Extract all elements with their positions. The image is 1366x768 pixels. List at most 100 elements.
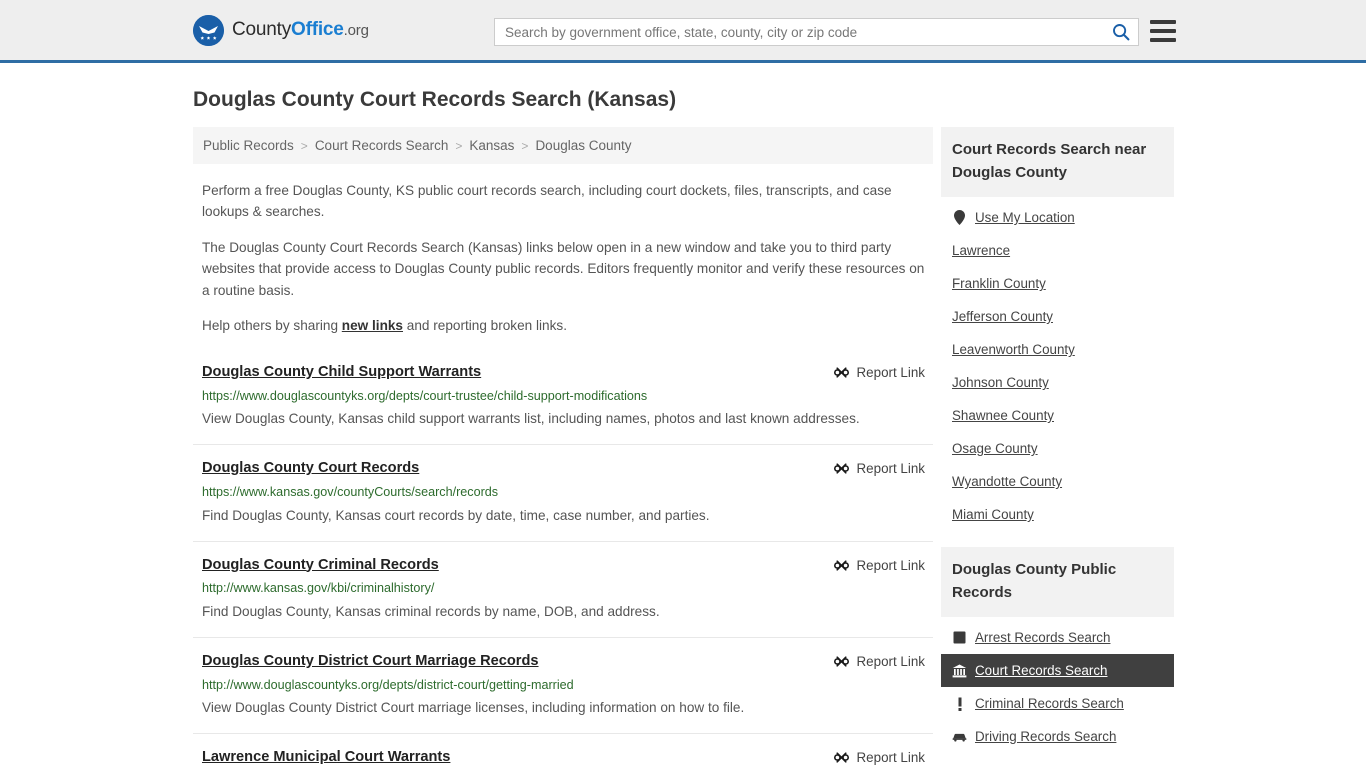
report-link-label: Report Link [856, 461, 925, 477]
result-title-link[interactable]: Douglas County Criminal Records [202, 556, 439, 575]
sidebar-item-arrest-records-search[interactable]: Arrest Records Search [941, 621, 1174, 654]
public-records-panel-title: Douglas County Public Records [941, 547, 1174, 617]
intro-paragraph-3-after: and reporting broken links. [403, 318, 567, 334]
main-content: Public Records > Court Records Search > … [193, 127, 933, 768]
report-link-label: Report Link [856, 557, 925, 573]
search-icon [1113, 24, 1130, 41]
sidebar-item-label: Osage County [952, 441, 1038, 456]
broken-link-icon [833, 367, 849, 378]
search-bar[interactable] [494, 18, 1139, 46]
page-body: Douglas County Court Records Search (Kan… [0, 88, 1366, 768]
logo-text-office: Office [291, 19, 344, 40]
result-url[interactable]: http://www.douglascountyks.org/depts/dis… [202, 677, 925, 695]
hamburger-bar-2 [1150, 29, 1176, 33]
report-link-button[interactable]: Report Link [833, 748, 925, 766]
report-link-button[interactable]: Report Link [833, 363, 925, 381]
result-description: Find Douglas County, Kansas court record… [202, 507, 710, 523]
report-link-button[interactable]: Report Link [833, 652, 925, 670]
sidebar: Court Records Search near Douglas County… [941, 127, 1174, 768]
result-item: Douglas County Criminal Records Report L… [193, 540, 933, 637]
sidebar-item-label: Use My Location [975, 210, 1075, 225]
report-link-button[interactable]: Report Link [833, 459, 925, 477]
sidebar-item-osage-county[interactable]: Osage County [941, 432, 1174, 465]
sidebar-item-court-records-search[interactable]: Court Records Search [941, 654, 1174, 687]
breadcrumb-item-douglas-county[interactable]: Douglas County [535, 138, 631, 153]
public-records-panel: Douglas County Public Records Arrest Rec… [941, 547, 1174, 753]
sidebar-item-label: Johnson County [952, 375, 1049, 390]
report-link-button[interactable]: Report Link [833, 556, 925, 574]
sidebar-item-jefferson-county[interactable]: Jefferson County [941, 300, 1174, 333]
intro-paragraph-2: The Douglas County Court Records Search … [202, 239, 925, 298]
breadcrumb-item-kansas[interactable]: Kansas [469, 138, 514, 153]
breadcrumb-separator-2: > [455, 138, 463, 153]
map-pin-icon [952, 210, 967, 225]
hamburger-bar-1 [1150, 20, 1176, 24]
sidebar-item-label: Jefferson County [952, 309, 1053, 324]
intro-paragraph-3-before: Help others by sharing [202, 318, 342, 334]
exclamation-icon [952, 696, 967, 711]
report-link-label: Report Link [856, 750, 925, 766]
sidebar-item-label: Court Records Search [975, 663, 1108, 678]
sidebar-item-shawnee-county[interactable]: Shawnee County [941, 399, 1174, 432]
result-description: View Douglas County, Kansas child suppor… [202, 411, 860, 427]
sidebar-item-lawrence[interactable]: Lawrence [941, 234, 1174, 267]
report-link-label: Report Link [856, 653, 925, 669]
result-url[interactable]: https://www.douglascountyks.org/depts/co… [202, 388, 925, 406]
result-item: Douglas County Court Records Report Link… [193, 444, 933, 540]
site-header: CountyOffice.org [0, 0, 1366, 63]
sidebar-item-label: Wyandotte County [952, 474, 1063, 489]
sidebar-item-label: Lawrence [952, 243, 1011, 258]
broken-link-icon [833, 559, 849, 571]
site-logo[interactable]: CountyOffice.org [193, 14, 369, 46]
breadcrumb: Public Records > Court Records Search > … [193, 127, 933, 164]
sidebar-item-franklin-county[interactable]: Franklin County [941, 267, 1174, 300]
result-description: Find Douglas County, Kansas criminal rec… [202, 604, 660, 620]
sidebar-item-label: Driving Records Search [975, 729, 1117, 744]
result-item: Lawrence Municipal Court Warrants Report… [193, 733, 933, 768]
report-link-label: Report Link [856, 364, 925, 380]
sidebar-item-use-my-location[interactable]: Use My Location [941, 201, 1174, 234]
logo-text-county: County [232, 19, 292, 40]
result-title-link[interactable]: Douglas County District Court Marriage R… [202, 652, 539, 671]
car-icon [952, 729, 967, 744]
search-input[interactable] [495, 19, 1104, 45]
breadcrumb-item-public-records[interactable]: Public Records [203, 138, 294, 153]
fingerprint-icon [952, 630, 967, 645]
sidebar-item-driving-records-search[interactable]: Driving Records Search [941, 720, 1174, 753]
result-url[interactable]: http://www.kansas.gov/kbi/criminalhistor… [202, 580, 925, 598]
broken-link-icon [833, 656, 849, 667]
site-logo-text: CountyOffice.org [232, 19, 369, 41]
hamburger-bar-3 [1150, 38, 1176, 42]
sidebar-item-miami-county[interactable]: Miami County [941, 498, 1174, 531]
sidebar-item-label: Leavenworth County [952, 342, 1075, 357]
sidebar-item-criminal-records-search[interactable]: Criminal Records Search [941, 687, 1174, 720]
logo-text-org: .org [343, 22, 369, 39]
result-url[interactable]: https://www.kansas.gov/countyCourts/sear… [202, 484, 925, 502]
intro-paragraph-1: Perform a free Douglas County, KS public… [202, 183, 892, 220]
page-title: Douglas County Court Records Search (Kan… [193, 88, 677, 111]
result-item: Douglas County Child Support Warrants Re… [193, 361, 933, 444]
broken-link-icon [833, 463, 849, 474]
sidebar-item-johnson-county[interactable]: Johnson County [941, 366, 1174, 399]
result-title-link[interactable]: Douglas County Child Support Warrants [202, 363, 481, 382]
nearby-list: Use My Location Lawrence Franklin County… [941, 197, 1174, 531]
sidebar-item-leavenworth-county[interactable]: Leavenworth County [941, 333, 1174, 366]
result-item: Douglas County District Court Marriage R… [193, 636, 933, 733]
result-title-link[interactable]: Lawrence Municipal Court Warrants [202, 748, 450, 767]
courthouse-icon [952, 663, 967, 678]
breadcrumb-item-court-records-search[interactable]: Court Records Search [315, 138, 449, 153]
new-links-link[interactable]: new links [342, 318, 403, 333]
intro-text: Perform a free Douglas County, KS public… [193, 180, 933, 337]
broken-link-icon [833, 752, 849, 763]
hamburger-menu-icon[interactable] [1150, 20, 1176, 42]
public-records-list: Arrest Records Search Court Records Sear… [941, 617, 1174, 753]
sidebar-item-label: Franklin County [952, 276, 1046, 291]
sidebar-item-wyandotte-county[interactable]: Wyandotte County [941, 465, 1174, 498]
sidebar-item-label: Criminal Records Search [975, 696, 1124, 711]
breadcrumb-separator-3: > [521, 138, 529, 153]
search-button[interactable] [1104, 19, 1138, 45]
sidebar-item-label: Miami County [952, 507, 1034, 522]
nearby-panel-title: Court Records Search near Douglas County [941, 127, 1174, 197]
result-title-link[interactable]: Douglas County Court Records [202, 459, 419, 478]
results-list: Douglas County Child Support Warrants Re… [193, 361, 933, 768]
